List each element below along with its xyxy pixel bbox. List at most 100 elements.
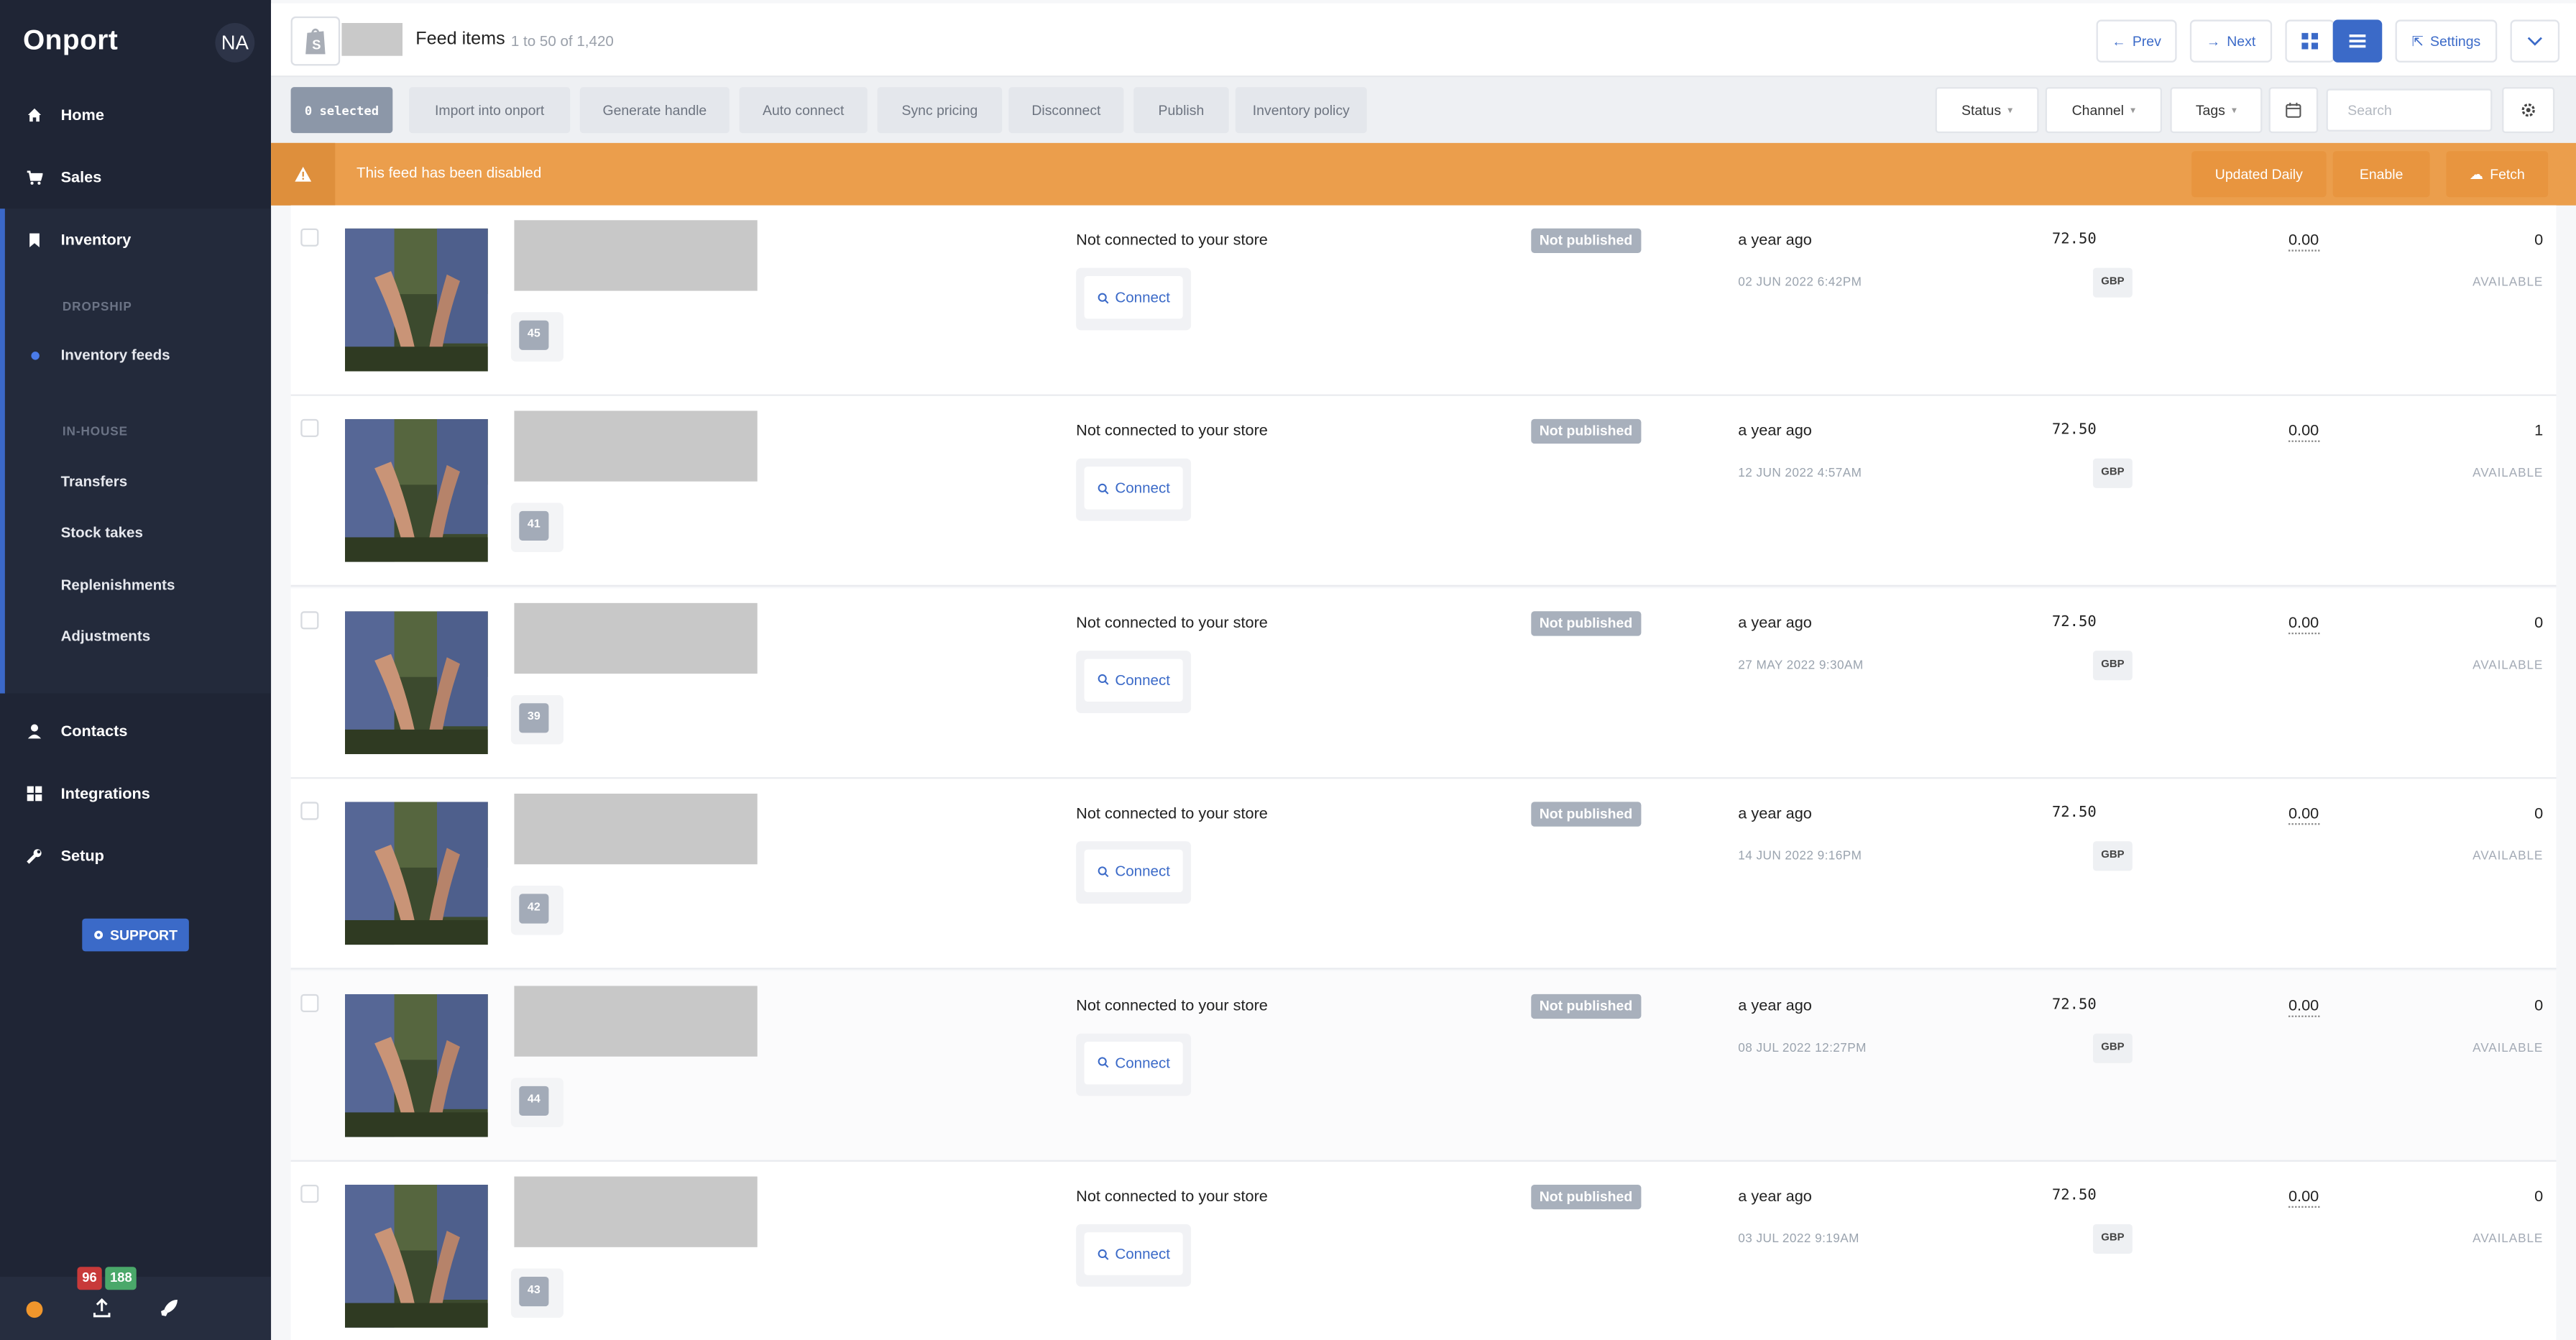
- nav-contacts[interactable]: Contacts: [0, 707, 271, 756]
- nav-integrations[interactable]: Integrations: [0, 769, 271, 819]
- import-button[interactable]: Import into onport: [409, 87, 571, 134]
- nav-home[interactable]: Home: [0, 91, 271, 140]
- updated-daily-button[interactable]: Updated Daily: [2191, 151, 2327, 198]
- connect-button[interactable]: Connect: [1084, 275, 1183, 319]
- nav-replenishments[interactable]: Replenishments: [61, 577, 175, 593]
- redacted-feed-name: [341, 22, 402, 56]
- search-icon: [1098, 866, 1108, 877]
- quantity-value: 0: [2534, 805, 2544, 824]
- connect-button[interactable]: Connect: [1084, 467, 1183, 510]
- error-count-badge[interactable]: 96: [77, 1267, 102, 1290]
- redacted-product-name: [514, 602, 758, 674]
- table-row[interactable]: 42 Not connected to your store Connect N…: [290, 779, 2557, 970]
- status-dot[interactable]: [26, 1301, 43, 1318]
- help-icon: [94, 930, 103, 940]
- connect-button[interactable]: Connect: [1084, 850, 1183, 893]
- sync-pricing-button[interactable]: Sync pricing: [877, 87, 1003, 134]
- user-avatar[interactable]: NA: [215, 22, 255, 63]
- nav-stock-takes[interactable]: Stock takes: [61, 524, 143, 541]
- warning-icon: [271, 142, 336, 206]
- connect-button[interactable]: Connect: [1084, 1232, 1183, 1275]
- generate-handle-button[interactable]: Generate handle: [579, 87, 730, 134]
- grid-view-button[interactable]: [2285, 19, 2334, 63]
- disconnect-button[interactable]: Disconnect: [1008, 87, 1124, 134]
- cost-value[interactable]: 0.00: [2288, 996, 2319, 1017]
- more-dropdown-button[interactable]: [2510, 19, 2560, 63]
- product-thumbnail[interactable]: [344, 1184, 488, 1328]
- next-label: Next: [2227, 32, 2256, 50]
- cost-value[interactable]: 0.00: [2288, 231, 2319, 252]
- list-view-button[interactable]: [2332, 19, 2383, 63]
- updated-date: 14 JUN 2022 9:16PM: [1738, 848, 1862, 863]
- updated-relative: a year ago: [1738, 805, 1812, 824]
- table-row[interactable]: 45 Not connected to your store Connect N…: [290, 205, 2557, 396]
- connect-button[interactable]: Connect: [1084, 1041, 1183, 1084]
- product-thumbnail[interactable]: [344, 802, 488, 945]
- nav-sales[interactable]: Sales: [0, 153, 271, 203]
- product-thumbnail[interactable]: [344, 228, 488, 372]
- product-thumbnail[interactable]: [344, 993, 488, 1137]
- prev-button[interactable]: ← Prev: [2096, 19, 2177, 63]
- connect-button[interactable]: Connect: [1084, 658, 1183, 702]
- app-logo[interactable]: Onport: [23, 24, 118, 58]
- column-settings-button[interactable]: [2502, 87, 2555, 134]
- grid-view-icon: [2301, 32, 2319, 50]
- selected-count-button[interactable]: 0 selected: [290, 87, 393, 134]
- search-icon: [1098, 483, 1108, 495]
- product-thumbnail[interactable]: [344, 610, 488, 754]
- table-row[interactable]: 43 Not connected to your store Connect N…: [290, 1161, 2557, 1340]
- publish-button[interactable]: Publish: [1133, 87, 1229, 134]
- redacted-product-name: [514, 985, 758, 1056]
- product-thumbnail[interactable]: [344, 419, 488, 563]
- support-label: SUPPORT: [110, 927, 178, 943]
- enable-button[interactable]: Enable: [2332, 151, 2430, 198]
- rocket-icon[interactable]: [160, 1298, 179, 1318]
- nav-setup[interactable]: Setup: [0, 832, 271, 881]
- search-input[interactable]: Search: [2326, 88, 2493, 132]
- row-checkbox[interactable]: [300, 802, 319, 820]
- channel-filter[interactable]: Channel ▾: [2045, 87, 2162, 134]
- connection-status: Not connected to your store: [1076, 1188, 1268, 1206]
- availability-label: AVAILABLE: [2472, 656, 2544, 672]
- variant-number-badge: 44: [519, 1085, 549, 1116]
- success-count-badge[interactable]: 188: [105, 1267, 137, 1290]
- nav-transfers[interactable]: Transfers: [61, 473, 128, 490]
- availability-label: AVAILABLE: [2472, 274, 2544, 290]
- cost-value[interactable]: 0.00: [2288, 423, 2319, 443]
- nav-adjustments[interactable]: Adjustments: [61, 628, 151, 644]
- auto-connect-button[interactable]: Auto connect: [739, 87, 868, 134]
- row-checkbox[interactable]: [300, 1184, 319, 1203]
- quantity-value: 0: [2534, 614, 2544, 633]
- bookmark-icon: [29, 233, 40, 247]
- settings-button[interactable]: ⇱ Settings: [2395, 19, 2498, 63]
- cost-value[interactable]: 0.00: [2288, 614, 2319, 634]
- nav-inventory[interactable]: Inventory: [0, 215, 271, 265]
- connect-label: Connect: [1115, 863, 1171, 880]
- settings-label: Settings: [2430, 32, 2481, 50]
- upload-icon[interactable]: [92, 1298, 111, 1318]
- inventory-policy-button[interactable]: Inventory policy: [1235, 87, 1367, 134]
- row-checkbox[interactable]: [300, 228, 319, 247]
- cost-value[interactable]: 0.00: [2288, 1188, 2319, 1208]
- support-button[interactable]: SUPPORT: [82, 918, 189, 952]
- page-title: Feed items: [415, 29, 505, 50]
- cost-value[interactable]: 0.00: [2288, 805, 2319, 825]
- nav-inventory-feeds[interactable]: Inventory feeds: [61, 347, 170, 363]
- currency-badge: GBP: [2092, 267, 2133, 298]
- tags-filter[interactable]: Tags ▾: [2170, 87, 2263, 134]
- row-checkbox[interactable]: [300, 419, 319, 438]
- currency-badge: GBP: [2092, 841, 2133, 871]
- row-checkbox[interactable]: [300, 610, 319, 629]
- nav-contacts-label: Contacts: [60, 722, 128, 740]
- table-row[interactable]: 44 Not connected to your store Connect N…: [290, 970, 2557, 1162]
- publish-status-badge: Not published: [1531, 610, 1641, 636]
- next-button[interactable]: → Next: [2189, 19, 2273, 63]
- row-checkbox[interactable]: [300, 993, 319, 1012]
- fetch-button[interactable]: ☁ Fetch: [2446, 151, 2549, 198]
- date-filter-button[interactable]: [2268, 87, 2319, 134]
- table-row[interactable]: 41 Not connected to your store Connect N…: [290, 396, 2557, 587]
- connect-label: Connect: [1115, 1245, 1171, 1262]
- status-filter[interactable]: Status ▾: [1935, 87, 2039, 134]
- updated-relative: a year ago: [1738, 614, 1812, 633]
- table-row[interactable]: 39 Not connected to your store Connect N…: [290, 587, 2557, 779]
